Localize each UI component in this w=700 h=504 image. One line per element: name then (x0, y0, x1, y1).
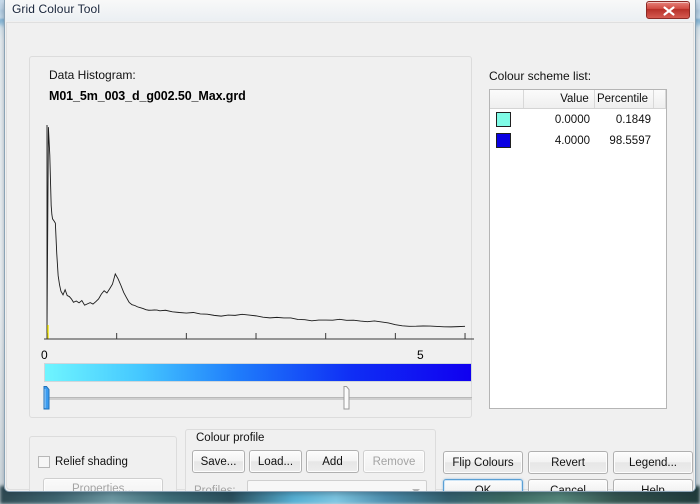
colour-stop-value: 0.0000 (554, 113, 590, 126)
colour-swatch-cell[interactable] (490, 133, 524, 148)
dialog-client-area: Data Histogram: M01_5m_003_d_g002.50_Max… (6, 22, 694, 492)
colour-scheme-row[interactable]: 4.0000 98.5597 (490, 130, 666, 151)
colour-swatch[interactable] (496, 112, 511, 127)
colour-stop-percentile: 98.5597 (609, 134, 651, 147)
legend-button[interactable]: Legend... (613, 451, 693, 474)
title-bar[interactable]: Grid Colour Tool (5, 0, 695, 21)
chevron-down-icon (412, 489, 420, 491)
profiles-label: Profiles: (194, 485, 236, 492)
low-stop-handle[interactable] (40, 386, 53, 410)
column-header-spacer (654, 90, 666, 108)
histogram-curve (44, 125, 474, 340)
column-header-swatch (490, 90, 524, 108)
colour-swatch[interactable] (496, 133, 511, 148)
colour-scheme-row[interactable]: 0.0000 0.1849 (490, 109, 666, 130)
remove-profile-button: Remove (363, 450, 425, 473)
colour-stop-percentile: 0.1849 (615, 113, 651, 126)
column-header-value: Value (524, 90, 595, 108)
histogram-plot (44, 121, 474, 349)
flip-colours-button[interactable]: Flip Colours (443, 451, 523, 474)
colour-scheme-list[interactable]: Value Percentile 0.0000 0.1849 4.0000 98… (489, 89, 667, 409)
ok-button[interactable]: OK (443, 479, 523, 491)
window-title: Grid Colour Tool (12, 2, 101, 16)
relief-properties-button: Properties... (43, 478, 163, 491)
colour-profile-group-label: Colour profile (193, 432, 268, 444)
colour-stop-slider-track[interactable] (44, 397, 472, 400)
x-axis-tick-label-0: 0 (41, 348, 48, 362)
histogram-filename: M01_5m_003_d_g002.50_Max.grd (49, 89, 246, 103)
colour-gradient-bar[interactable] (44, 363, 472, 382)
colour-swatch-cell[interactable] (490, 112, 524, 127)
revert-button[interactable]: Revert (528, 451, 608, 474)
add-profile-button[interactable]: Add (306, 450, 359, 473)
colour-stop-value: 4.0000 (554, 134, 590, 147)
help-button[interactable]: Help (613, 479, 693, 491)
load-profile-button[interactable]: Load... (249, 450, 302, 473)
colour-scheme-list-header: Value Percentile (490, 90, 666, 109)
x-axis-tick-label-5: 5 (417, 348, 424, 362)
relief-shading-label: Relief shading (55, 456, 128, 468)
close-button[interactable] (646, 1, 690, 19)
save-profile-button[interactable]: Save... (192, 450, 245, 473)
profiles-dropdown (247, 480, 427, 491)
high-stop-handle[interactable] (340, 386, 353, 410)
cancel-button[interactable]: Cancel (528, 479, 608, 491)
histogram-section-label: Data Histogram: (49, 68, 136, 82)
column-header-percentile: Percentile (595, 90, 655, 108)
grid-colour-tool-dialog: Grid Colour Tool Data Histogram: M01_5m_… (4, 0, 696, 492)
close-icon (663, 6, 675, 16)
colour-scheme-list-label: Colour scheme list: (489, 69, 592, 83)
relief-shading-checkbox[interactable] (38, 456, 50, 468)
relief-shading-checkbox-row[interactable]: Relief shading (38, 456, 128, 468)
